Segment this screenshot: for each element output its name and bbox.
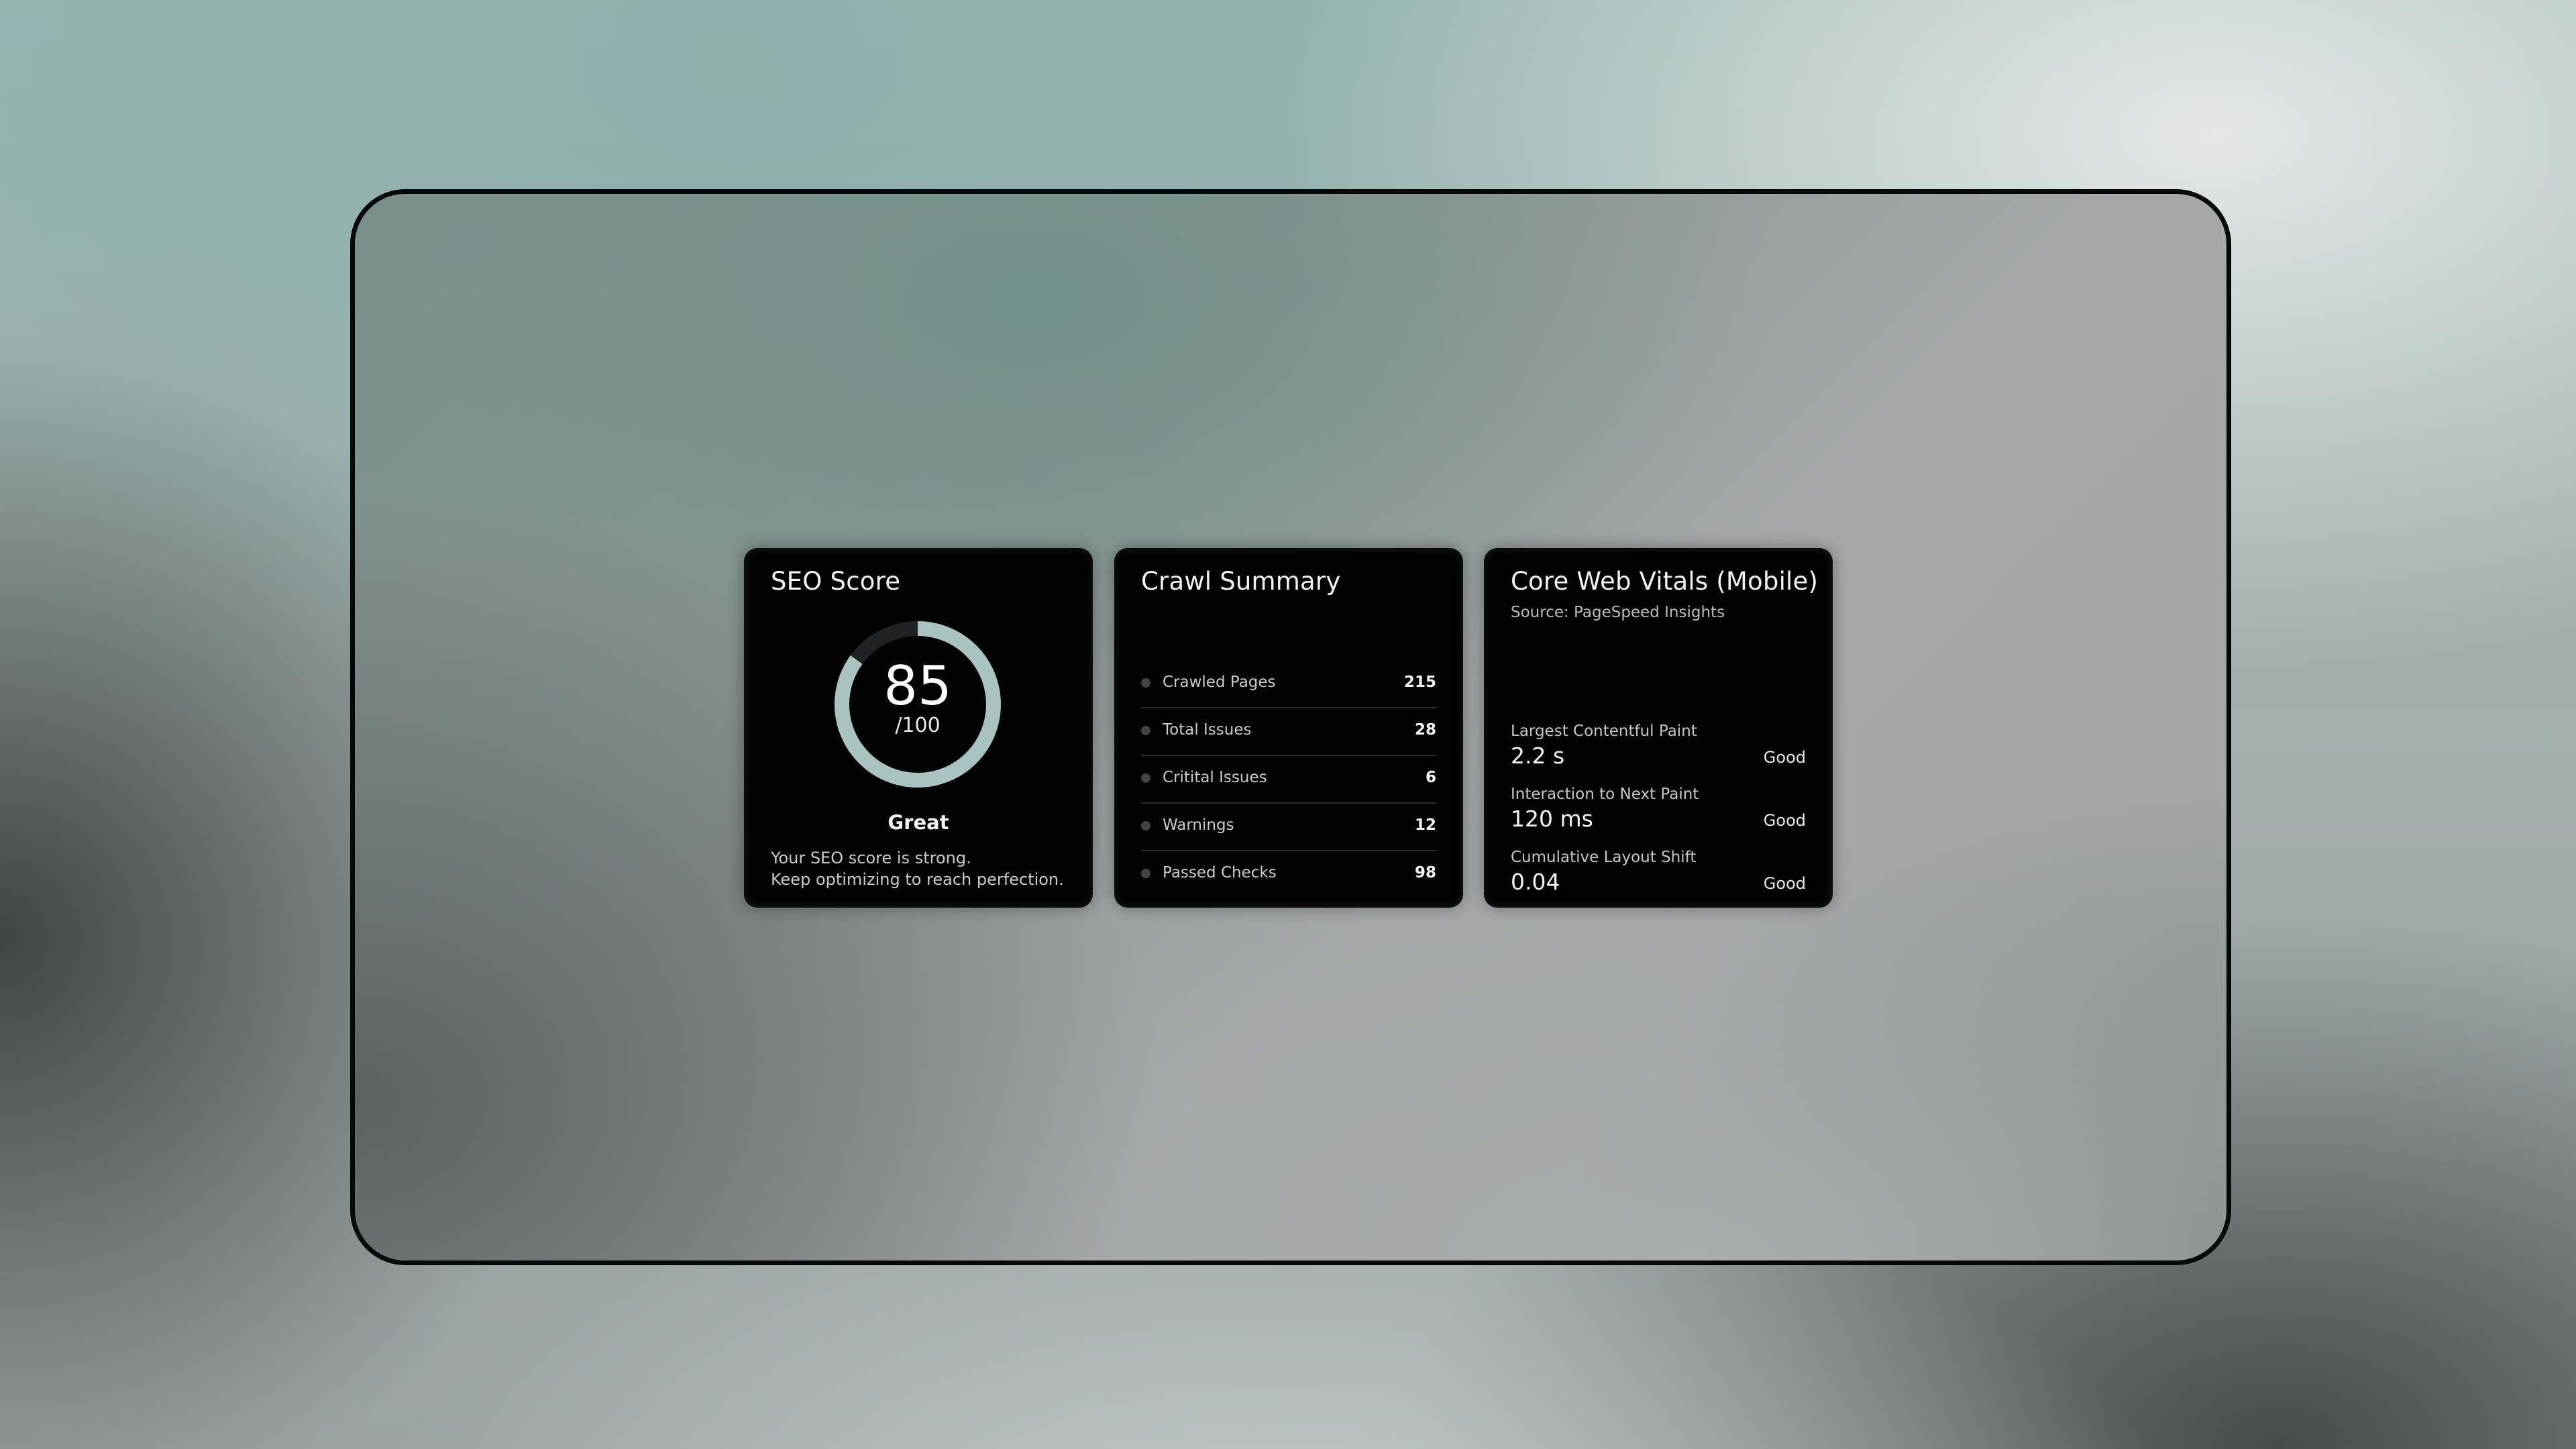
bullet-dot-icon bbox=[1141, 869, 1150, 878]
crawl-row-value: 12 bbox=[1414, 816, 1436, 834]
core-web-vitals-card: Core Web Vitals (Mobile) Source: PageSpe… bbox=[1484, 548, 1833, 908]
bullet-dot-icon bbox=[1141, 726, 1150, 735]
crawl-row-value: 98 bbox=[1414, 864, 1436, 881]
vital-cls: Cumulative Layout Shift 0.04 Good bbox=[1511, 841, 1806, 904]
seo-score-title: SEO Score bbox=[771, 567, 901, 596]
core-web-vitals-title: Core Web Vitals (Mobile) bbox=[1511, 567, 1819, 596]
vital-value: 2.2 s bbox=[1511, 743, 1565, 769]
crawl-row-passed-checks: Passed Checks 98 bbox=[1141, 851, 1436, 899]
device-frame: SEO Score 85 /100 Great Your SEO score i… bbox=[350, 189, 2231, 1265]
seo-score-value: 85 bbox=[883, 655, 952, 717]
vital-value: 120 ms bbox=[1511, 806, 1593, 832]
vital-label: Largest Contentful Paint bbox=[1511, 722, 1697, 740]
crawl-row-label: Critital Issues bbox=[1163, 769, 1267, 786]
vital-status: Good bbox=[1763, 811, 1806, 830]
crawl-row-value: 215 bbox=[1403, 674, 1436, 691]
crawl-row-total-issues: Total Issues 28 bbox=[1141, 708, 1436, 756]
crawl-row-label: Warnings bbox=[1163, 816, 1234, 834]
crawl-row-label: Total Issues bbox=[1163, 721, 1252, 739]
crawl-row-label: Crawled Pages bbox=[1163, 674, 1276, 691]
vital-label: Interaction to Next Paint bbox=[1511, 786, 1699, 803]
vital-inp: Interaction to Next Paint 120 ms Good bbox=[1511, 777, 1806, 841]
seo-score-grade: Great bbox=[888, 811, 949, 834]
vital-value: 0.04 bbox=[1511, 869, 1560, 895]
crawl-summary-title: Crawl Summary bbox=[1141, 567, 1341, 596]
crawl-row-critical-issues: Critital Issues 6 bbox=[1141, 756, 1436, 804]
seo-score-gauge: 85 /100 bbox=[833, 619, 1003, 790]
seo-score-max: /100 bbox=[895, 714, 941, 737]
core-web-vitals-list: Largest Contentful Paint 2.2 s Good Inte… bbox=[1511, 714, 1806, 904]
bullet-dot-icon bbox=[1141, 678, 1150, 688]
vital-status: Good bbox=[1763, 874, 1806, 893]
seo-score-description: Your SEO score is strong. Keep optimizin… bbox=[771, 847, 1064, 890]
seo-score-description-line2: Keep optimizing to reach perfection. bbox=[771, 870, 1064, 889]
core-web-vitals-source: Source: PageSpeed Insights bbox=[1511, 604, 1725, 621]
crawl-row-value: 28 bbox=[1414, 721, 1436, 739]
seo-score-card: SEO Score 85 /100 Great Your SEO score i… bbox=[744, 548, 1093, 908]
vital-lcp: Largest Contentful Paint 2.2 s Good bbox=[1511, 714, 1806, 777]
crawl-row-warnings: Warnings 12 bbox=[1141, 804, 1436, 851]
crawl-row-value: 6 bbox=[1425, 769, 1436, 786]
vital-label: Cumulative Layout Shift bbox=[1511, 849, 1697, 866]
seo-score-description-line1: Your SEO score is strong. bbox=[771, 849, 971, 867]
crawl-summary-card: Crawl Summary Crawled Pages 215 Total Is… bbox=[1114, 548, 1463, 908]
bullet-dot-icon bbox=[1141, 821, 1150, 830]
crawl-summary-list: Crawled Pages 215 Total Issues 28 Critit… bbox=[1141, 661, 1436, 899]
bullet-dot-icon bbox=[1141, 773, 1150, 783]
crawl-row-label: Passed Checks bbox=[1163, 864, 1277, 881]
crawl-row-crawled-pages: Crawled Pages 215 bbox=[1141, 661, 1436, 708]
vital-status: Good bbox=[1763, 748, 1806, 767]
